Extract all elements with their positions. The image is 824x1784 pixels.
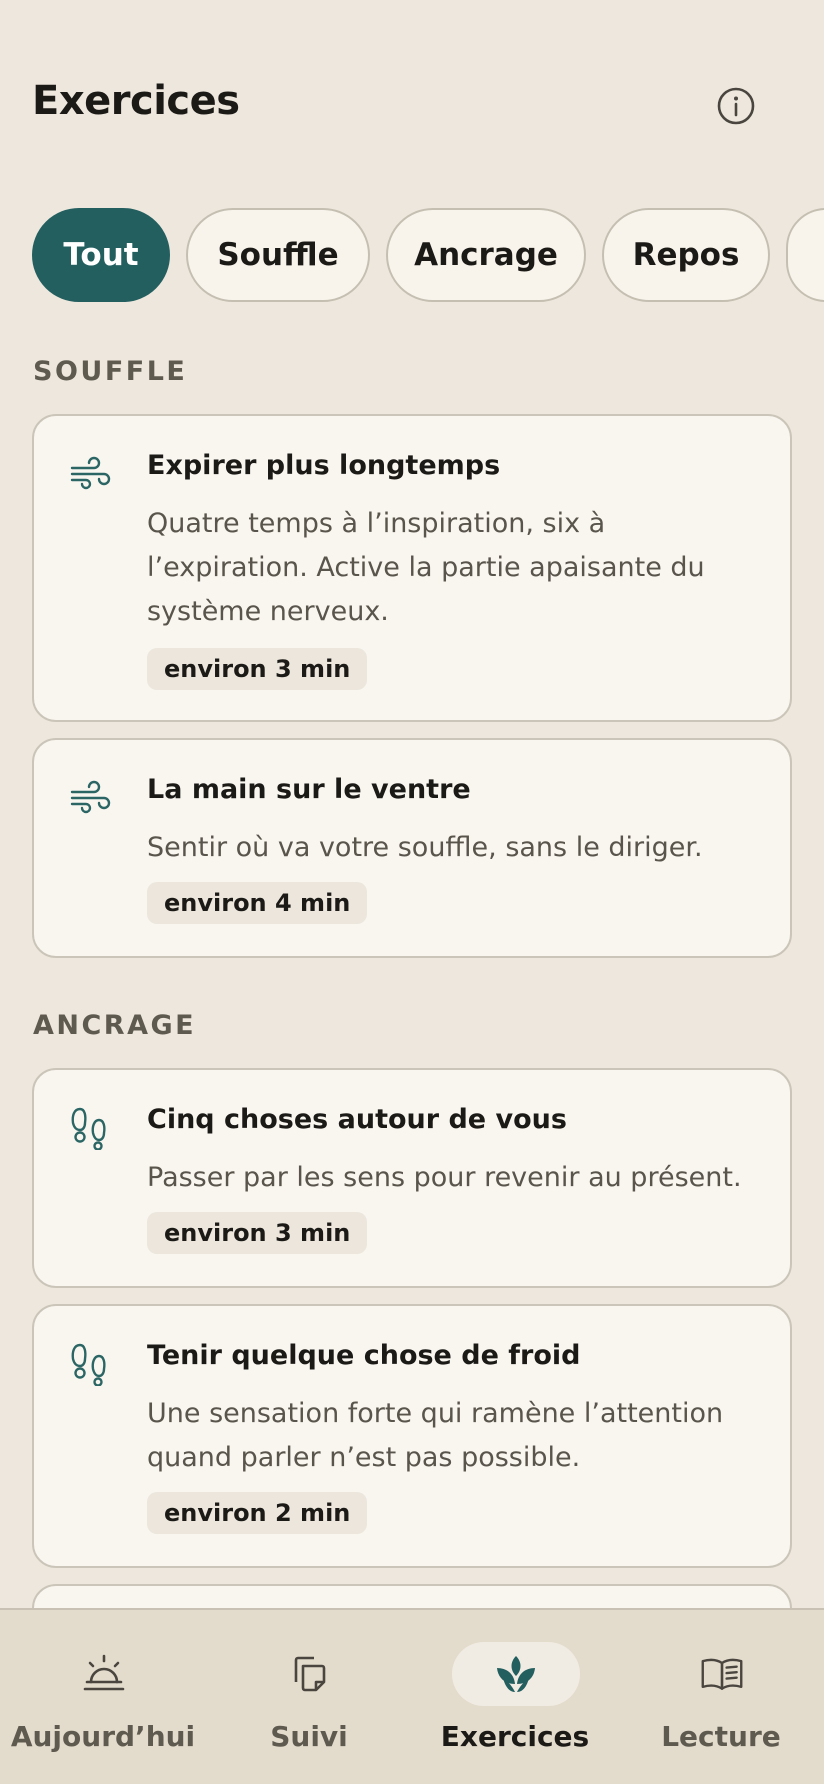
leaf-icon <box>497 1656 535 1692</box>
duration-badge: environ 2 min <box>147 1492 368 1534</box>
exercise-card[interactable]: Expirer plus longtemps Quatre temps à l’… <box>32 414 792 722</box>
info-icon <box>717 87 755 125</box>
nav-label: Exercices <box>440 1720 590 1753</box>
nav-item-today[interactable]: Aujourd’hui <box>0 1610 206 1784</box>
nav-label: Aujourd’hui <box>10 1720 196 1753</box>
sunrise-icon <box>83 1654 125 1691</box>
nav-item-lecture[interactable]: Lecture <box>618 1610 824 1784</box>
wind-icon <box>70 780 111 814</box>
chip-more[interactable] <box>786 208 824 302</box>
duration-badge: environ 3 min <box>147 648 368 690</box>
filter-chips: Tout Souffle Ancrage Repos <box>32 208 824 302</box>
section-title-souffle: SOUFFLE <box>33 356 188 387</box>
card-title: La main sur le ventre <box>147 774 471 805</box>
duration-badge: environ 3 min <box>147 1212 368 1254</box>
book-icon <box>701 1658 743 1690</box>
footprints-icon <box>71 1107 106 1150</box>
footprints-icon <box>71 1343 106 1386</box>
nav-item-exercices[interactable]: Exercices <box>412 1610 618 1784</box>
card-description: Passer par les sens pour revenir au prés… <box>147 1162 742 1193</box>
card-title: Tenir quelque chose de froid <box>147 1340 581 1371</box>
exercise-card[interactable]: La main sur le ventre Sentir où va votre… <box>32 738 792 958</box>
nav-item-suivi[interactable]: Suivi <box>206 1610 412 1784</box>
page-title: Exercices <box>32 78 240 124</box>
header: Exercices <box>0 0 824 190</box>
wind-icon <box>70 456 111 490</box>
copy-icon <box>294 1656 326 1692</box>
nav-label: Lecture <box>661 1720 781 1753</box>
card-title: Expirer plus longtemps <box>147 450 501 481</box>
exercise-card[interactable]: Tenir quelque chose de froid Une sensati… <box>32 1304 792 1568</box>
card-title: Cinq choses autour de vous <box>147 1104 567 1135</box>
card-description: Une sensation forte qui ramène l’attenti… <box>147 1398 724 1473</box>
chip-tout[interactable]: Tout <box>32 208 170 302</box>
chip-souffle[interactable]: Souffle <box>186 208 370 302</box>
bottom-navigation: Aujourd’hui Suivi Exercices Lecture <box>0 1608 824 1784</box>
chip-repos[interactable]: Repos <box>602 208 770 302</box>
info-button[interactable] <box>714 84 758 128</box>
section-title-ancrage: ANCRAGE <box>33 1010 197 1041</box>
duration-badge: environ 4 min <box>147 882 368 924</box>
chip-ancrage[interactable]: Ancrage <box>386 208 586 302</box>
exercise-card[interactable]: Cinq choses autour de vous Passer par le… <box>32 1068 792 1288</box>
card-description: Sentir où va votre souffle, sans le diri… <box>147 832 703 863</box>
card-description: Quatre temps à l’inspiration, six à l’ex… <box>147 508 705 627</box>
nav-label: Suivi <box>270 1720 348 1753</box>
